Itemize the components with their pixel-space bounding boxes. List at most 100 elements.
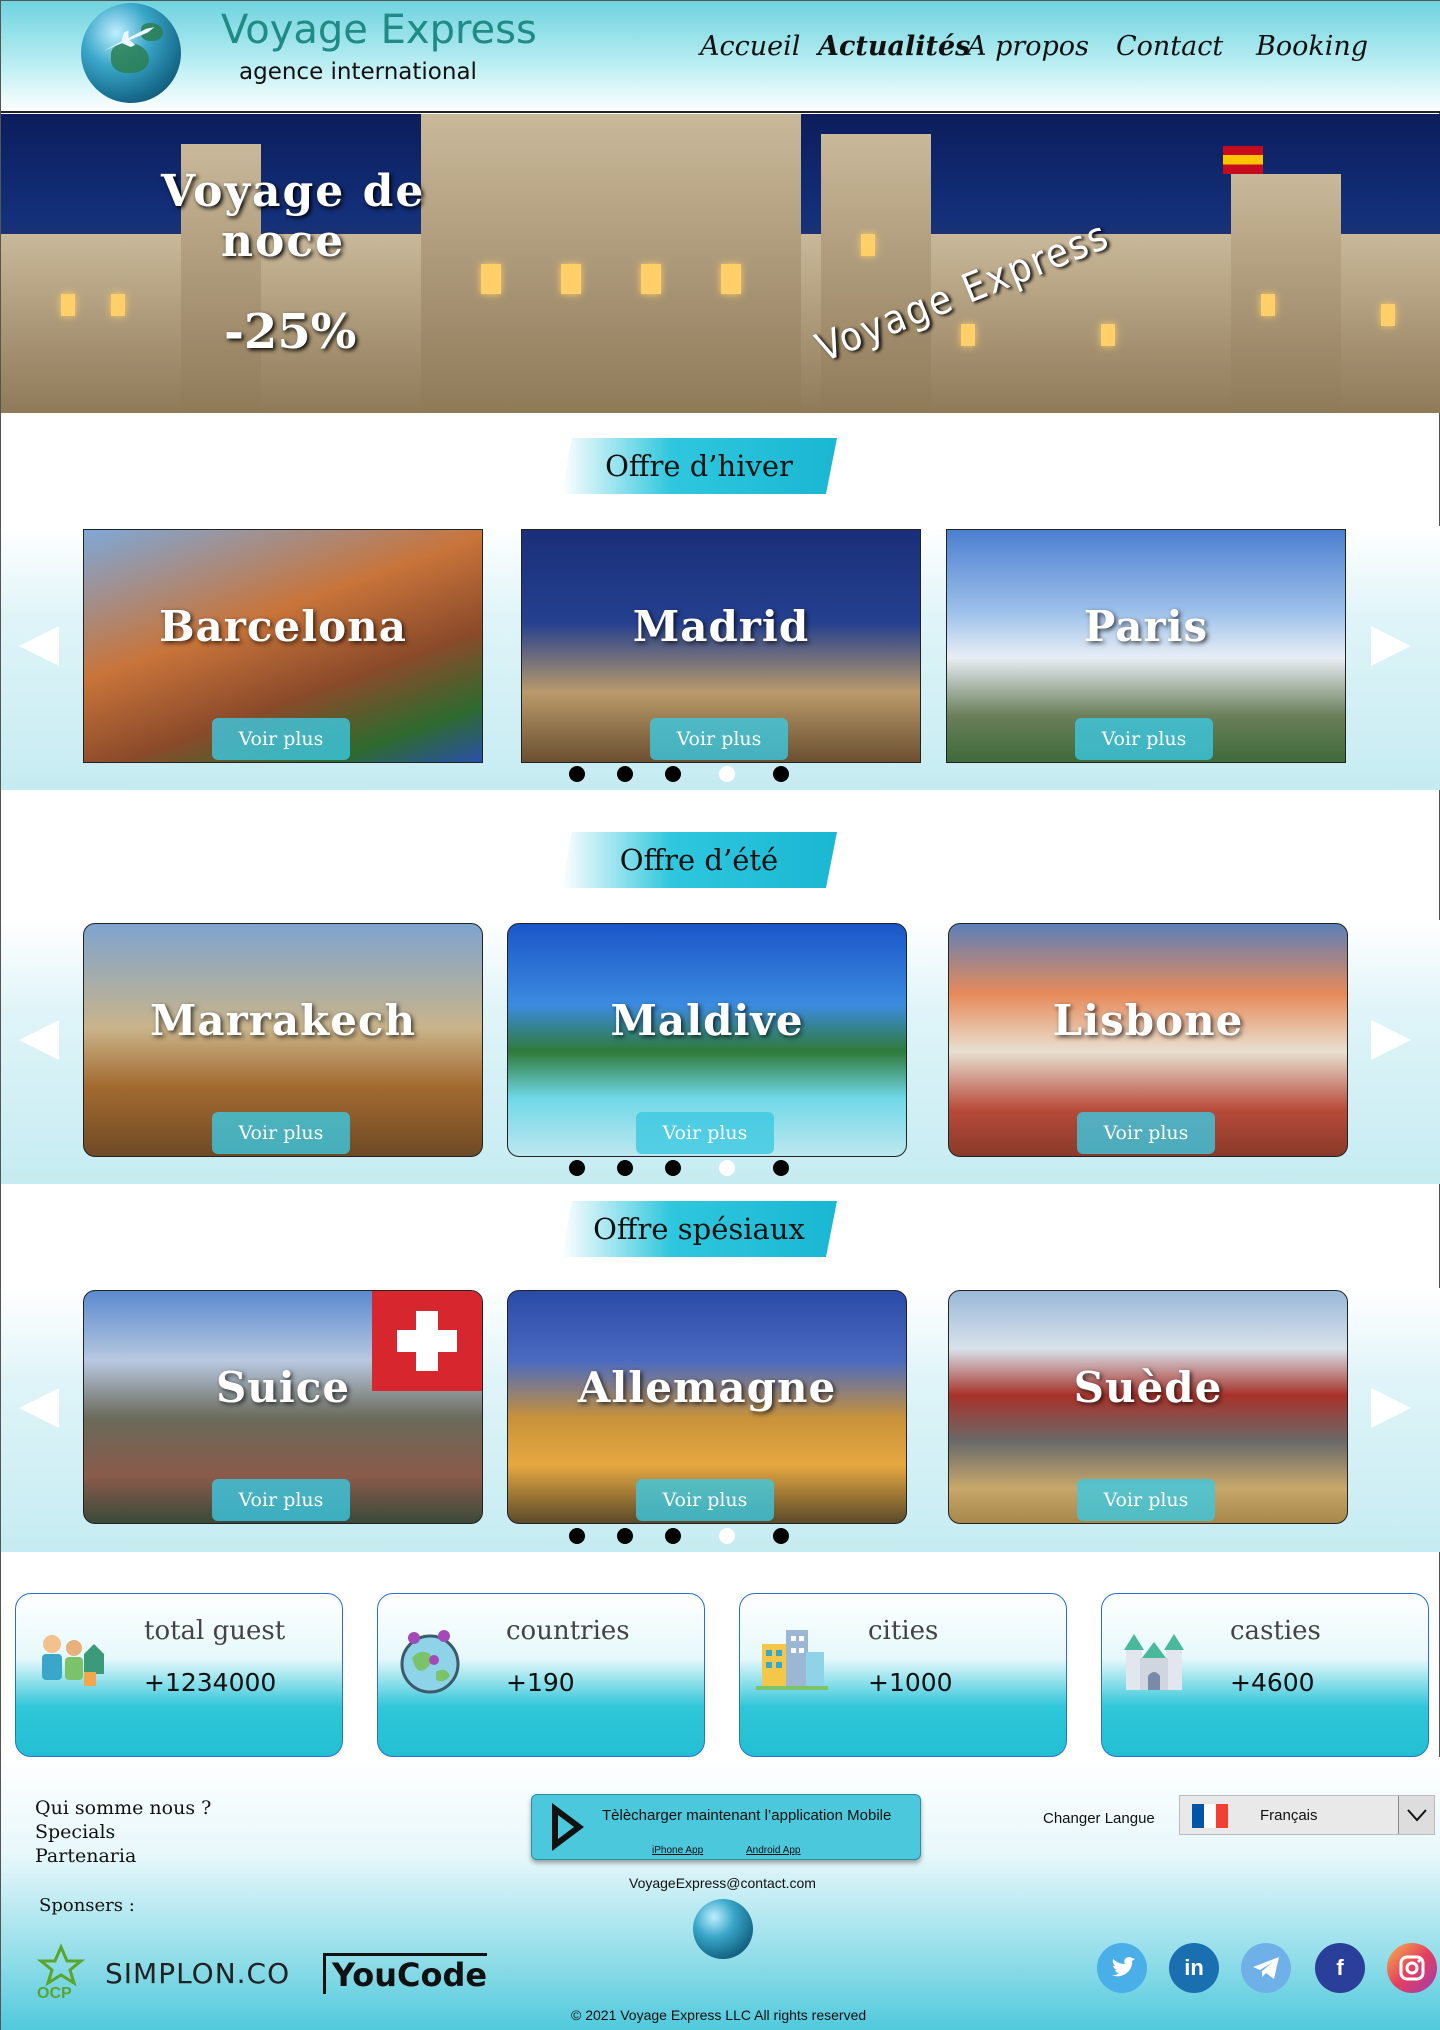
youcode-logo[interactable]: YouCode — [323, 1953, 488, 1994]
carousel-prev-arrow-icon[interactable] — [19, 1388, 59, 1428]
nav-booking[interactable]: Booking — [1256, 31, 1368, 62]
ocp-star-icon — [36, 1943, 86, 1987]
carousel-dot[interactable] — [569, 1160, 585, 1176]
nav-contact[interactable]: Contact — [1116, 31, 1223, 62]
voir-plus-button[interactable]: Voir plus — [1077, 1112, 1215, 1154]
voir-plus-button[interactable]: Voir plus — [1075, 718, 1213, 760]
buildings-icon — [756, 1630, 828, 1690]
carousel-dot-active[interactable] — [719, 1528, 735, 1544]
simplon-logo[interactable]: SIMPLON.CO — [105, 1957, 290, 1990]
linkedin-icon[interactable]: in — [1169, 1943, 1219, 1993]
carousel-dot[interactable] — [569, 1528, 585, 1544]
carousel-next-arrow-icon[interactable] — [1371, 626, 1411, 666]
hero-title-line1: Voyage de — [161, 166, 426, 217]
globe-footer-icon — [693, 1899, 753, 1959]
hero-title-line2: noce — [221, 216, 346, 267]
app-download-banner[interactable]: Tèlècharger maintenant l’application Mob… — [531, 1794, 921, 1860]
offer-card[interactable]: Suice Voir plus — [83, 1290, 483, 1524]
site-header: Voyage Express agence international Accu… — [1, 1, 1440, 113]
twitter-icon[interactable] — [1097, 1943, 1147, 1993]
castle-icon — [1124, 1634, 1184, 1690]
offer-card[interactable]: Paris Voir plus — [946, 529, 1346, 763]
france-flag-icon — [1192, 1804, 1228, 1828]
voir-plus-button[interactable]: Voir plus — [212, 1112, 350, 1154]
play-store-icon — [552, 1803, 584, 1851]
site-footer: Qui somme nous ? Specials Partenaria Tèl… — [1, 1757, 1440, 2030]
stat-value: +1000 — [868, 1668, 953, 1697]
stat-card-countries: countries +190 — [377, 1593, 705, 1757]
carousel-next-arrow-icon[interactable] — [1371, 1020, 1411, 1060]
voir-plus-button[interactable]: Voir plus — [212, 718, 350, 760]
telegram-icon[interactable] — [1241, 1943, 1291, 1993]
globe-logo-icon[interactable] — [81, 3, 181, 103]
stat-label: total guest — [144, 1616, 286, 1646]
chevron-down-icon[interactable] — [1398, 1796, 1434, 1834]
winter-carousel: Barcelona Voir plus Madrid Voir plus Par… — [1, 526, 1440, 790]
carousel-next-arrow-icon[interactable] — [1371, 1388, 1411, 1428]
voir-plus-button[interactable]: Voir plus — [212, 1479, 350, 1521]
carousel-dot[interactable] — [617, 766, 633, 782]
section-title-hiver: Offre d’hiver — [561, 438, 837, 494]
card-city: Maldive — [610, 996, 804, 1045]
carousel-dot[interactable] — [773, 1160, 789, 1176]
carousel-prev-arrow-icon[interactable] — [19, 626, 59, 666]
stat-value: +1234000 — [144, 1668, 277, 1697]
nav-actualites[interactable]: Actualités — [818, 31, 970, 62]
instagram-icon[interactable] — [1387, 1943, 1437, 1993]
change-language-label: Changer Langue — [1043, 1810, 1155, 1827]
contact-email[interactable]: VoyageExpress@contact.com — [629, 1875, 816, 1891]
section-title-speciaux: Offre spésiaux — [561, 1201, 837, 1257]
carousel-prev-arrow-icon[interactable] — [19, 1020, 59, 1060]
carousel-dot[interactable] — [617, 1160, 633, 1176]
stat-label: countries — [506, 1616, 630, 1646]
voir-plus-button[interactable]: Voir plus — [636, 1112, 774, 1154]
carousel-dot[interactable] — [569, 766, 585, 782]
carousel-dot-active[interactable] — [719, 1160, 735, 1176]
android-app-link[interactable]: Android App — [746, 1845, 801, 1856]
voir-plus-button[interactable]: Voir plus — [650, 718, 788, 760]
carousel-dot[interactable] — [665, 1160, 681, 1176]
offer-card[interactable]: Madrid Voir plus — [521, 529, 921, 763]
footer-link-about[interactable]: Qui somme nous ? — [35, 1797, 211, 1819]
stat-card-cities: cities +1000 — [739, 1593, 1067, 1757]
globe-pin-icon — [400, 1630, 460, 1694]
voir-plus-button[interactable]: Voir plus — [1077, 1479, 1215, 1521]
ocp-logo[interactable]: OCP — [31, 1943, 91, 2003]
carousel-dot[interactable] — [665, 1528, 681, 1544]
brand-title[interactable]: Voyage Express — [221, 7, 537, 53]
stat-card-castles: casties +4600 — [1101, 1593, 1429, 1757]
offer-card[interactable]: Allemagne Voir plus — [507, 1290, 907, 1524]
offer-card[interactable]: Maldive Voir plus — [507, 923, 907, 1157]
spain-flag-icon — [1223, 146, 1263, 174]
carousel-dot[interactable] — [773, 766, 789, 782]
hero-banner: Voyage de noce -25% Voyage Express — [1, 114, 1440, 413]
language-select[interactable]: Français — [1179, 1795, 1435, 1835]
carousel-dot-active[interactable] — [719, 766, 735, 782]
iphone-app-link[interactable]: iPhone App — [652, 1845, 703, 1856]
card-city: Suède — [1073, 1363, 1223, 1412]
card-city: Suice — [215, 1363, 351, 1412]
carousel-dot[interactable] — [617, 1528, 633, 1544]
voir-plus-button[interactable]: Voir plus — [636, 1479, 774, 1521]
card-city: Lisbone — [1052, 996, 1244, 1045]
copyright-text: © 2021 Voyage Express LLC All rights res… — [571, 2007, 867, 2023]
nav-accueil[interactable]: Accueil — [700, 31, 800, 62]
footer-link-specials[interactable]: Specials — [35, 1821, 115, 1843]
offer-card[interactable]: Suède Voir plus — [948, 1290, 1348, 1524]
sponsors-label: Sponsers : — [39, 1895, 135, 1916]
offer-card[interactable]: Marrakech Voir plus — [83, 923, 483, 1157]
carousel-dot[interactable] — [665, 766, 681, 782]
section-title-ete: Offre d’été — [561, 832, 837, 888]
offer-card[interactable]: Lisbone Voir plus — [948, 923, 1348, 1157]
card-city: Barcelona — [159, 602, 407, 651]
stat-label: cities — [868, 1616, 939, 1646]
offer-card[interactable]: Barcelona Voir plus — [83, 529, 483, 763]
brand-subtitle: agence international — [239, 59, 477, 85]
card-city: Madrid — [632, 602, 810, 651]
footer-link-partners[interactable]: Partenaria — [35, 1845, 136, 1867]
carousel-dot[interactable] — [773, 1528, 789, 1544]
people-icon — [42, 1635, 104, 1686]
hero-discount: -25% — [224, 304, 357, 360]
nav-a-propos[interactable]: A propos — [967, 31, 1089, 62]
facebook-icon[interactable]: f — [1315, 1943, 1365, 1993]
